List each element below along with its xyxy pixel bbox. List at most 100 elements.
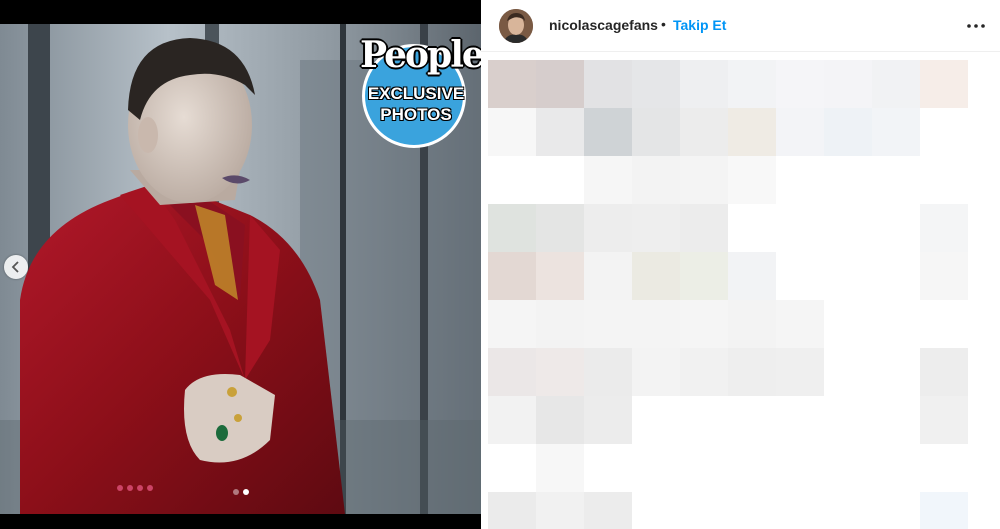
blur-cell xyxy=(872,252,920,300)
blur-cell xyxy=(488,156,536,204)
post-media-viewer[interactable]: People EXCLUSIVE PHOTOS xyxy=(0,0,481,529)
blur-cell xyxy=(632,252,680,300)
blur-cell xyxy=(728,348,776,396)
blur-cell xyxy=(824,300,872,348)
blur-cell xyxy=(728,60,776,108)
more-horizontal-icon xyxy=(967,24,985,28)
more-options-button[interactable] xyxy=(963,14,989,38)
blur-cell xyxy=(536,156,584,204)
blur-cell xyxy=(920,108,968,156)
blur-cell xyxy=(488,348,536,396)
carousel-dot xyxy=(232,489,239,495)
blur-cell xyxy=(920,156,968,204)
follow-button[interactable]: Takip Et xyxy=(673,17,726,33)
blur-cell xyxy=(872,204,920,252)
carousel-dot-active xyxy=(242,489,249,495)
pixelated-caption-area xyxy=(481,52,1000,529)
blur-cell xyxy=(824,156,872,204)
blur-cell xyxy=(584,204,632,252)
blur-cell xyxy=(584,396,632,444)
blur-cell xyxy=(632,156,680,204)
blur-cell xyxy=(728,300,776,348)
blur-cell xyxy=(584,252,632,300)
blur-cell xyxy=(680,492,728,529)
blur-cell xyxy=(536,300,584,348)
carousel-prev-button[interactable] xyxy=(4,255,28,279)
blur-cell xyxy=(776,204,824,252)
blur-cell xyxy=(536,204,584,252)
blur-cell xyxy=(632,60,680,108)
blur-cell xyxy=(920,348,968,396)
blur-cell xyxy=(920,252,968,300)
blur-cell xyxy=(488,108,536,156)
blur-cell xyxy=(680,60,728,108)
blur-cell xyxy=(536,348,584,396)
avatar[interactable] xyxy=(499,9,533,43)
blur-cell xyxy=(584,156,632,204)
blur-cell xyxy=(728,108,776,156)
blur-cell xyxy=(728,156,776,204)
blur-cell xyxy=(584,348,632,396)
blur-cell xyxy=(872,444,920,492)
blur-cell xyxy=(488,444,536,492)
blur-cell xyxy=(488,60,536,108)
blur-cell xyxy=(824,252,872,300)
blur-cell xyxy=(584,492,632,529)
blur-cell xyxy=(776,300,824,348)
blur-cell xyxy=(728,444,776,492)
blur-cell xyxy=(872,108,920,156)
blur-cell xyxy=(680,300,728,348)
blur-cell xyxy=(872,492,920,529)
blur-cell xyxy=(776,156,824,204)
blur-cell xyxy=(728,396,776,444)
blur-cell xyxy=(824,444,872,492)
blur-cell xyxy=(920,300,968,348)
blur-cell xyxy=(536,108,584,156)
people-exclusive-badge: People EXCLUSIVE PHOTOS xyxy=(360,32,481,148)
blur-cell xyxy=(776,348,824,396)
blur-cell xyxy=(920,492,968,529)
blur-cell xyxy=(632,396,680,444)
blur-cell xyxy=(488,492,536,529)
blur-cell xyxy=(776,60,824,108)
blur-cell xyxy=(824,492,872,529)
blur-cell xyxy=(536,252,584,300)
blur-cell xyxy=(872,156,920,204)
blur-cell xyxy=(920,60,968,108)
blur-cell xyxy=(632,492,680,529)
blur-cell xyxy=(824,108,872,156)
blur-cell xyxy=(584,444,632,492)
blur-cell xyxy=(680,204,728,252)
blur-cell xyxy=(488,396,536,444)
header-separator: • xyxy=(661,16,666,32)
blur-cell xyxy=(872,396,920,444)
blur-cell xyxy=(632,204,680,252)
blur-cell xyxy=(536,444,584,492)
blur-cell xyxy=(776,492,824,529)
blur-cell xyxy=(872,348,920,396)
blur-cell xyxy=(584,60,632,108)
blur-cell xyxy=(584,300,632,348)
carousel-indicator xyxy=(0,489,481,497)
post-side-panel: nicolascagefans • Takip Et xyxy=(481,0,1000,529)
blur-cell xyxy=(680,444,728,492)
blur-cell xyxy=(680,396,728,444)
avatar-image xyxy=(499,9,533,43)
blur-cell xyxy=(632,108,680,156)
blur-cell xyxy=(488,300,536,348)
blur-cell xyxy=(728,204,776,252)
blur-cell xyxy=(728,252,776,300)
blur-cell xyxy=(920,204,968,252)
blur-cell xyxy=(824,204,872,252)
blur-cell xyxy=(680,348,728,396)
blur-cell xyxy=(824,348,872,396)
blur-cell xyxy=(584,108,632,156)
post-header: nicolascagefans • Takip Et xyxy=(481,0,1000,52)
post-username[interactable]: nicolascagefans xyxy=(549,17,658,33)
blur-cell xyxy=(776,252,824,300)
blur-cell xyxy=(872,300,920,348)
blur-cell xyxy=(872,60,920,108)
blur-cell xyxy=(680,156,728,204)
blur-cell xyxy=(632,348,680,396)
blur-cell xyxy=(632,444,680,492)
